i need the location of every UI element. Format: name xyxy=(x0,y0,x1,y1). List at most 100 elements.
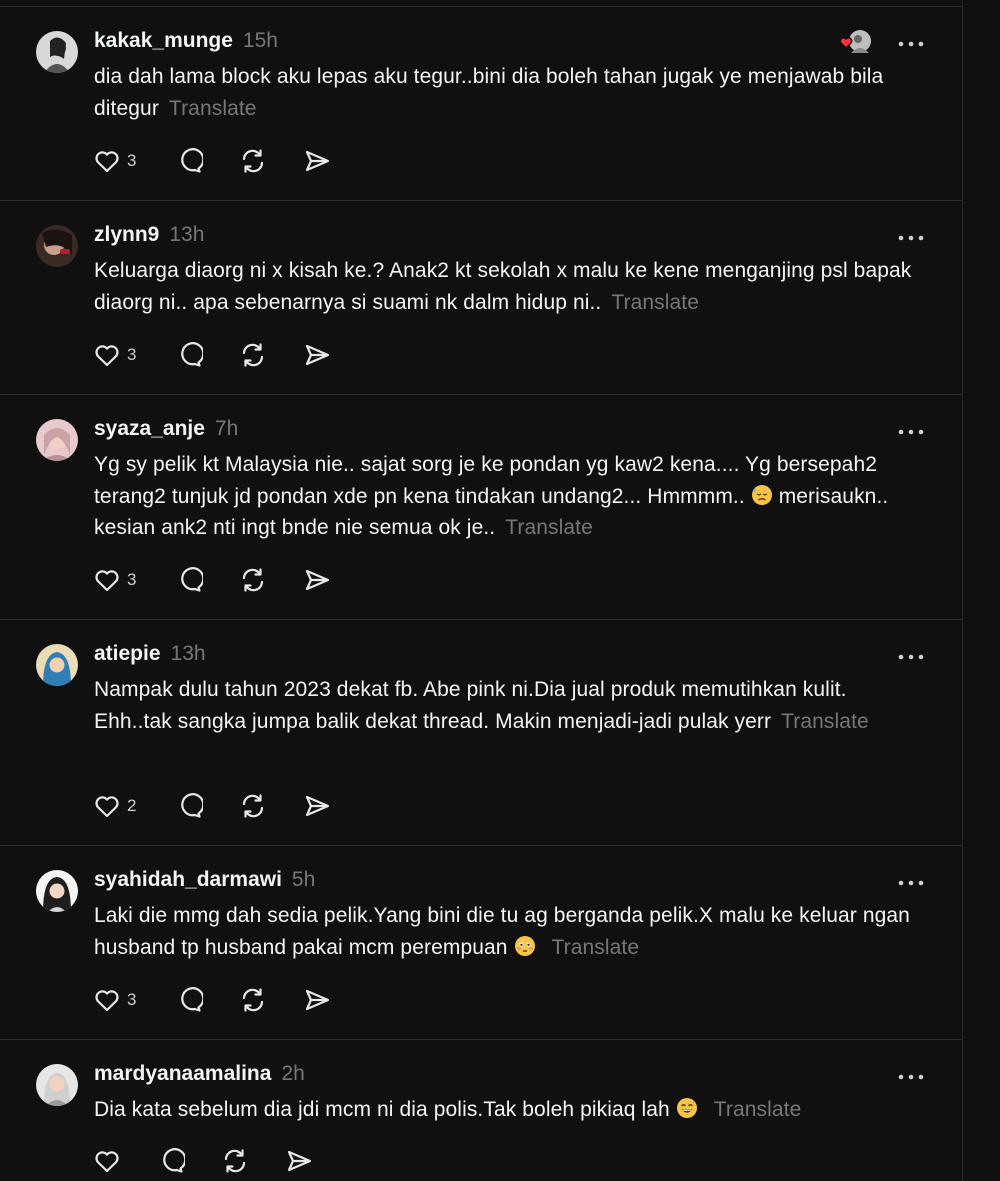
action-bar: 2 xyxy=(93,791,353,821)
translate-link[interactable]: Translate xyxy=(714,1098,802,1121)
reply-text: Yg sy pelik kt Malaysia nie.. sajat sorg… xyxy=(94,449,924,544)
comment-icon xyxy=(181,793,203,818)
reply-text-content: Dia kata sebelum dia jdi mcm ni dia poli… xyxy=(94,1098,670,1121)
comment-icon xyxy=(181,567,203,592)
like-button[interactable]: 3 xyxy=(93,146,136,176)
translate-link[interactable]: Translate xyxy=(551,936,639,959)
avatar[interactable] xyxy=(36,644,78,686)
more-options-icon[interactable] xyxy=(897,1069,925,1080)
like-button[interactable]: 3 xyxy=(93,565,136,595)
reply-post: syahidah_darmawi 5h Laki die mmg dah sedi… xyxy=(0,846,962,1040)
username[interactable]: mardyanaamalina 2h xyxy=(94,1062,305,1086)
heart-icon xyxy=(95,990,119,1012)
action-bar: 3 xyxy=(93,565,353,595)
like-button[interactable]: 2 xyxy=(93,791,136,821)
timestamp: 15h xyxy=(242,29,278,52)
repost-button[interactable] xyxy=(239,340,267,370)
reply-button[interactable] xyxy=(175,340,203,370)
avatar[interactable] xyxy=(36,419,78,461)
share-button[interactable] xyxy=(303,791,331,821)
like-button[interactable]: 3 xyxy=(93,340,136,370)
translate-link[interactable]: Translate xyxy=(169,97,257,120)
comment-icon xyxy=(181,148,203,173)
username-text[interactable]: kakak_munge xyxy=(94,29,233,52)
reply-button[interactable] xyxy=(175,985,203,1015)
reply-button[interactable] xyxy=(157,1146,185,1176)
send-icon xyxy=(305,344,330,366)
username-text[interactable]: syahidah_darmawi xyxy=(94,868,282,891)
repost-icon xyxy=(242,988,264,1012)
repost-button[interactable] xyxy=(239,146,267,176)
share-button[interactable] xyxy=(303,985,331,1015)
avatar[interactable] xyxy=(36,31,78,73)
like-button[interactable]: 3 xyxy=(93,985,136,1015)
more-options-icon[interactable] xyxy=(897,649,925,660)
share-button[interactable] xyxy=(303,565,331,595)
repost-button[interactable] xyxy=(221,1146,249,1176)
comment-icon xyxy=(181,987,203,1012)
send-icon xyxy=(305,569,330,591)
like-button[interactable] xyxy=(93,1146,121,1176)
reply-text-content: Laki die mmg dah sedia pelik.Yang bini d… xyxy=(94,904,910,959)
repost-button[interactable] xyxy=(239,565,267,595)
comment-icon xyxy=(181,342,203,367)
repost-button[interactable] xyxy=(239,985,267,1015)
like-count: 3 xyxy=(127,990,137,1009)
feed-top-divider xyxy=(0,0,962,7)
like-count: 2 xyxy=(127,796,137,815)
translate-link[interactable]: Translate xyxy=(611,291,699,314)
action-bar xyxy=(93,1146,353,1176)
like-count: 3 xyxy=(127,151,137,170)
author-liked-badge xyxy=(838,29,872,53)
replies-feed: kakak_munge 15h dia dah lama block aku le… xyxy=(0,0,963,1181)
username[interactable]: atiepie 13h xyxy=(94,642,206,666)
repost-button[interactable] xyxy=(239,791,267,821)
heart-icon xyxy=(95,345,119,367)
reply-post: syaza_anje 7h Yg sy pelik kt Malaysia nie… xyxy=(0,395,962,620)
send-icon xyxy=(305,795,330,817)
more-options-icon[interactable] xyxy=(897,36,925,47)
username-text[interactable]: syaza_anje xyxy=(94,417,205,440)
repost-icon xyxy=(242,794,264,818)
reply-text: Dia kata sebelum dia jdi mcm ni dia poli… xyxy=(94,1094,924,1126)
heart-icon xyxy=(95,1151,119,1173)
repost-icon xyxy=(242,568,264,592)
reply-button[interactable] xyxy=(175,146,203,176)
send-icon xyxy=(287,1150,312,1172)
username[interactable]: zlynn9 13h xyxy=(94,223,204,247)
reply-post: mardyanaamalina 2h Dia kata sebelum dia j… xyxy=(0,1040,962,1181)
reply-button[interactable] xyxy=(175,791,203,821)
translate-link[interactable]: Translate xyxy=(505,516,593,539)
avatar[interactable] xyxy=(36,870,78,912)
username[interactable]: kakak_munge 15h xyxy=(94,29,278,53)
downcast-sweat-face-icon xyxy=(751,484,772,505)
username-text[interactable]: mardyanaamalina xyxy=(94,1062,271,1085)
heart-icon xyxy=(95,151,119,173)
more-options-icon[interactable] xyxy=(897,424,925,435)
share-button[interactable] xyxy=(303,146,331,176)
reply-post: kakak_munge 15h dia dah lama block aku le… xyxy=(0,7,962,201)
timestamp: 13h xyxy=(170,642,206,665)
avatar[interactable] xyxy=(36,225,78,267)
username[interactable]: syahidah_darmawi 5h xyxy=(94,868,315,892)
send-icon xyxy=(305,150,330,172)
action-bar: 3 xyxy=(93,985,353,1015)
send-icon xyxy=(305,989,330,1011)
repost-icon xyxy=(242,343,264,367)
reply-text: dia dah lama block aku lepas aku tegur..… xyxy=(94,61,924,124)
username[interactable]: syaza_anje 7h xyxy=(94,417,238,441)
more-options-icon[interactable] xyxy=(897,875,925,886)
share-button[interactable] xyxy=(285,1146,313,1176)
username-text[interactable]: atiepie xyxy=(94,642,161,665)
reply-text: Keluarga diaorg ni x kisah ke.? Anak2 kt… xyxy=(94,255,924,318)
reply-button[interactable] xyxy=(175,565,203,595)
grinning-sweat-face-icon xyxy=(676,1098,697,1118)
translate-link[interactable]: Translate xyxy=(781,710,869,733)
action-bar: 3 xyxy=(93,146,353,176)
reply-text-content: Nampak dulu tahun 2023 dekat fb. Abe pin… xyxy=(94,678,847,733)
repost-icon xyxy=(242,149,264,173)
more-options-icon[interactable] xyxy=(897,230,925,241)
share-button[interactable] xyxy=(303,340,331,370)
avatar[interactable] xyxy=(36,1064,78,1106)
username-text[interactable]: zlynn9 xyxy=(94,223,159,246)
